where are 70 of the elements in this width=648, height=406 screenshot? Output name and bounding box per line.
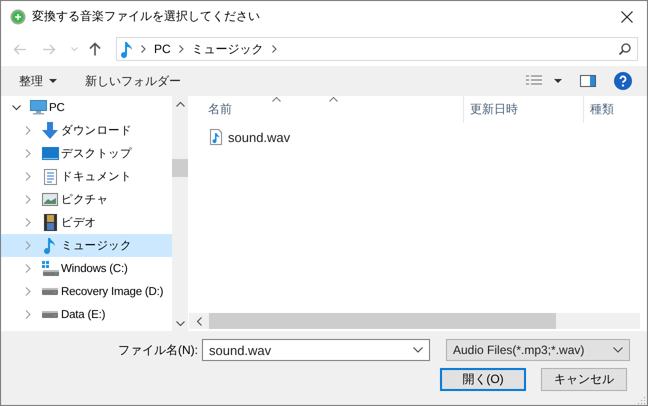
breadcrumb[interactable]: ミュージック: [192, 40, 264, 58]
collapse-chevron-icon[interactable]: [24, 149, 33, 158]
tree-item[interactable]: PC: [1, 96, 172, 119]
preview-pane-icon[interactable]: [580, 75, 596, 87]
computer-icon: [30, 100, 46, 115]
view-options-icon[interactable]: [526, 75, 542, 87]
picture-icon: [42, 193, 58, 206]
film-icon: [44, 214, 56, 231]
collapse-chevron-icon[interactable]: [24, 195, 33, 204]
expand-chevron-icon[interactable]: [12, 104, 21, 110]
collapse-chevron-icon[interactable]: [24, 126, 33, 135]
drive-icon: [42, 288, 58, 295]
file-name-label: ファイル名(N):: [118, 342, 198, 358]
file-name-field[interactable]: sound.wav: [202, 339, 430, 361]
scroll-up-icon[interactable]: [176, 102, 184, 107]
tree-item[interactable]: Recovery Image (D:): [1, 280, 172, 303]
scroll-thumb[interactable]: [172, 159, 188, 177]
file-type-dropdown[interactable]: Audio Files(*.mp3;*.wav): [446, 339, 630, 361]
scroll-down-icon[interactable]: [176, 321, 184, 326]
caret-icon: [49, 79, 57, 83]
search-icon[interactable]: [619, 43, 631, 55]
address-bar[interactable]: PC ミュージック: [116, 37, 638, 61]
breadcrumb[interactable]: PC: [154, 42, 171, 56]
column-header[interactable]: 名前: [189, 96, 463, 123]
new-folder-button[interactable]: 新しいフォルダー: [81, 72, 185, 90]
file-item[interactable]: sound.wav: [210, 127, 640, 147]
chevron-icon[interactable]: [272, 45, 277, 53]
column-header[interactable]: 更新日時: [463, 96, 583, 123]
down-arrow-icon: [42, 122, 58, 139]
collapse-chevron-icon[interactable]: [24, 287, 33, 296]
window-title: 変換する音楽ファイルを選択してください: [32, 8, 261, 25]
help-icon[interactable]: [614, 72, 632, 90]
drive-icon: [42, 261, 58, 276]
scroll-left-icon[interactable]: [197, 316, 202, 326]
organize-menu[interactable]: 整理: [15, 72, 61, 90]
collapse-chevron-icon[interactable]: [24, 241, 33, 250]
sort-caret-icon: [329, 97, 338, 102]
collapse-chevron-icon[interactable]: [24, 172, 33, 181]
tree-item[interactable]: ミュージック: [1, 234, 172, 257]
app-icon: [10, 8, 26, 24]
close-icon[interactable]: [621, 10, 633, 22]
cancel-button[interactable]: キャンセル: [541, 368, 627, 391]
tree-item[interactable]: ダウンロード: [1, 119, 172, 142]
tree-item[interactable]: デスクトップ: [1, 142, 172, 165]
column-header[interactable]: 種類: [583, 96, 640, 123]
chevron-icon[interactable]: [141, 45, 146, 53]
document-icon: [44, 168, 56, 184]
audio-file-icon: [210, 129, 222, 145]
tree-item[interactable]: ドキュメント: [1, 165, 172, 188]
desktop-icon: [42, 147, 58, 160]
dropdown-chevron-icon[interactable]: [413, 347, 423, 353]
music-note-icon: [121, 40, 133, 58]
tree-item[interactable]: ピクチャ: [1, 188, 172, 211]
collapse-chevron-icon[interactable]: [24, 264, 33, 273]
collapse-chevron-icon[interactable]: [24, 310, 33, 319]
collapse-chevron-icon[interactable]: [24, 218, 33, 227]
resize-grip-icon[interactable]: [638, 396, 646, 404]
music-note-icon: [44, 237, 56, 254]
up-arrow-icon[interactable]: [89, 42, 101, 56]
tree-item[interactable]: ビデオ: [1, 211, 172, 234]
caret-icon[interactable]: [554, 79, 562, 83]
chevron-icon[interactable]: [178, 45, 184, 53]
scrollbar[interactable]: [189, 313, 640, 329]
open-button[interactable]: 開く(O): [440, 368, 526, 391]
sort-caret-icon: [272, 97, 281, 102]
tree-item[interactable]: Data (E:): [1, 303, 172, 326]
dropdown-chevron-icon: [613, 347, 623, 353]
drive-icon: [42, 311, 58, 318]
tree-item[interactable]: Windows (C:): [1, 257, 172, 280]
scroll-thumb[interactable]: [209, 313, 556, 329]
